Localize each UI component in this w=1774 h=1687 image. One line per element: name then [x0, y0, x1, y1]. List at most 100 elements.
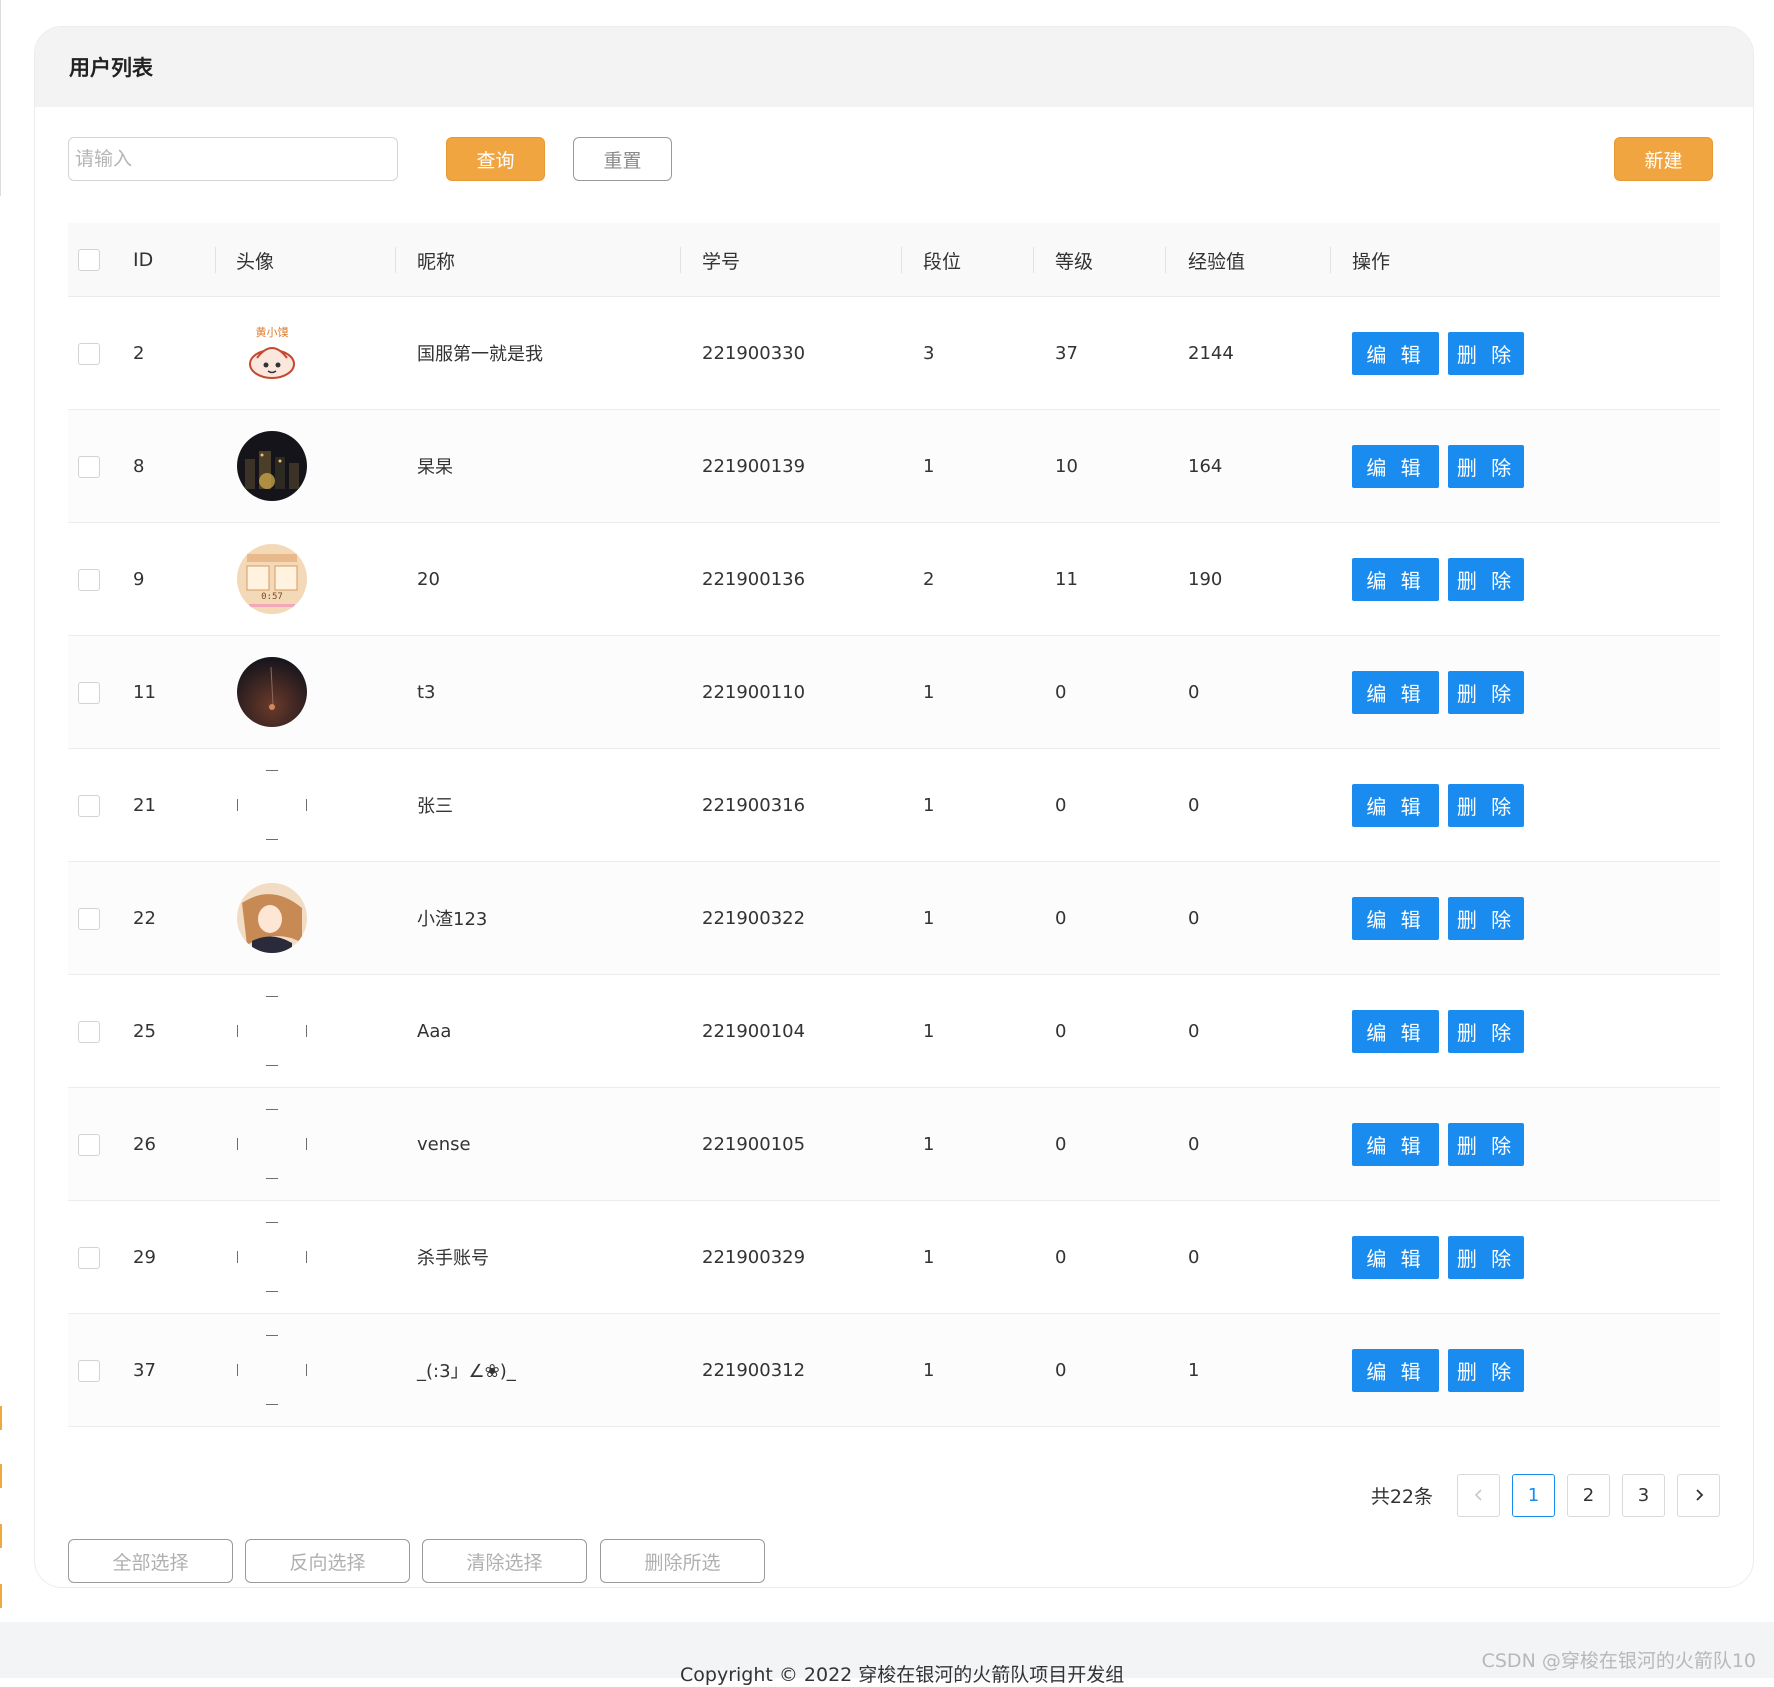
cell-student-no: 221900139 [702, 455, 806, 477]
cell-student-no: 221900104 [702, 1020, 806, 1042]
search-input[interactable] [68, 137, 398, 181]
left-edge-strip [0, 0, 2, 1678]
row-checkbox[interactable] [78, 1247, 100, 1269]
select-all-button[interactable]: 全部选择 [68, 1539, 233, 1583]
user-table: ID 头像 昵称 学号 段位 等级 经验值 操作 2 国服第一就是我 2219003… [68, 223, 1720, 1427]
edit-button[interactable]: 编 辑 [1352, 332, 1439, 375]
next-page-button[interactable] [1677, 1473, 1720, 1517]
table-header: ID 头像 昵称 学号 段位 等级 经验值 操作 [68, 223, 1720, 297]
edit-button[interactable]: 编 辑 [1352, 558, 1439, 601]
clear-selection-button[interactable]: 清除选择 [422, 1539, 587, 1583]
prev-page-button[interactable] [1457, 1473, 1500, 1517]
page-1-button[interactable]: 1 [1512, 1473, 1555, 1517]
cell-exp: 0 [1188, 794, 1200, 816]
row-checkbox[interactable] [78, 456, 100, 478]
delete-button[interactable]: 删 除 [1448, 558, 1524, 601]
row-checkbox[interactable] [78, 1360, 100, 1382]
delete-button[interactable]: 删 除 [1448, 332, 1524, 375]
page-title: 用户列表 [69, 56, 153, 80]
cell-exp: 0 [1188, 1133, 1200, 1155]
delete-button[interactable]: 删 除 [1448, 897, 1524, 940]
edit-button[interactable]: 编 辑 [1352, 1236, 1439, 1279]
delete-button[interactable]: 删 除 [1448, 784, 1524, 827]
delete-button[interactable]: 删 除 [1448, 1010, 1524, 1053]
avatar: 黄小馍 [237, 318, 307, 388]
edit-button[interactable]: 编 辑 [1352, 1349, 1439, 1392]
footer-copyright: Copyright © 2022 穿梭在银河的火箭队项目开发组 [680, 1664, 1125, 1686]
table-row: 22 小渣123 221900322 1 0 0 编 辑删 除 [68, 862, 1720, 975]
cell-nickname: 杲杲 [417, 457, 453, 478]
table-row: 9 20 221900136 2 11 190 0:57 编 辑删 除 [68, 523, 1720, 636]
cell-nickname: vense [417, 1133, 471, 1155]
cell-id: 8 [133, 455, 145, 477]
cell-rank: 1 [923, 1246, 935, 1268]
avatar-broken-image [237, 1222, 307, 1292]
query-button[interactable]: 查询 [446, 137, 545, 181]
edit-button[interactable]: 编 辑 [1352, 897, 1439, 940]
cell-level: 0 [1055, 907, 1067, 929]
delete-selected-button[interactable]: 删除所选 [600, 1539, 765, 1583]
cell-nickname: 小渣123 [417, 909, 488, 930]
delete-button[interactable]: 删 除 [1448, 445, 1524, 488]
edit-button[interactable]: 编 辑 [1352, 1010, 1439, 1053]
cell-nickname: 杀手账号 [417, 1248, 489, 1269]
chevron-right-icon [1695, 1489, 1703, 1501]
reset-button[interactable]: 重置 [573, 137, 672, 181]
cell-exp: 164 [1188, 455, 1223, 477]
delete-button[interactable]: 删 除 [1448, 671, 1524, 714]
edit-button[interactable]: 编 辑 [1352, 445, 1439, 488]
column-header-id: ID [133, 249, 154, 271]
delete-button[interactable]: 删 除 [1448, 1236, 1524, 1279]
cell-student-no: 221900329 [702, 1246, 806, 1268]
cell-rank: 2 [923, 568, 935, 590]
avatar-broken-image [237, 770, 307, 840]
delete-button[interactable]: 删 除 [1448, 1123, 1524, 1166]
card-header: 用户列表 [35, 27, 1753, 107]
cell-exp: 0 [1188, 681, 1200, 703]
cell-student-no: 221900105 [702, 1133, 806, 1155]
avatar-broken-image [237, 996, 307, 1066]
select-all-checkbox[interactable] [78, 249, 100, 271]
cell-level: 0 [1055, 1246, 1067, 1268]
cell-id: 25 [133, 1020, 156, 1042]
cell-id: 11 [133, 681, 156, 703]
edit-button[interactable]: 编 辑 [1352, 671, 1439, 714]
table-row: 11 t3 221900110 1 0 0 编 辑删 除 [68, 636, 1720, 749]
table-body: 2 国服第一就是我 221900330 3 37 2144 黄小馍编 辑删 除 8 杲杲 2219… [68, 297, 1720, 1427]
row-checkbox[interactable] [78, 343, 100, 365]
cell-nickname: _(:3」∠❀)_ [417, 1361, 516, 1382]
cell-exp: 2144 [1188, 342, 1234, 364]
cell-id: 22 [133, 907, 156, 929]
avatar [237, 883, 307, 953]
cell-exp: 190 [1188, 568, 1223, 590]
avatar-broken-image [237, 1109, 307, 1179]
cell-level: 11 [1055, 568, 1078, 590]
row-checkbox[interactable] [78, 569, 100, 591]
avatar [237, 657, 307, 727]
invert-selection-button[interactable]: 反向选择 [245, 1539, 410, 1583]
table-row: 21 张三 221900316 1 0 0 编 辑删 除 [68, 749, 1720, 862]
table-row: 37 _(:3」∠❀)_ 221900312 1 0 1 编 辑删 除 [68, 1314, 1720, 1427]
row-checkbox[interactable] [78, 1021, 100, 1043]
user-list-card: 用户列表 查询 重置 新建 ID 头像 昵称 学号 段位 等级 经验值 操作 2… [34, 26, 1754, 1588]
row-checkbox[interactable] [78, 1134, 100, 1156]
edit-button[interactable]: 编 辑 [1352, 1123, 1439, 1166]
table-row: 26 vense 221900105 1 0 0 编 辑删 除 [68, 1088, 1720, 1201]
cell-id: 9 [133, 568, 145, 590]
cell-student-no: 221900312 [702, 1359, 806, 1381]
cell-level: 0 [1055, 1133, 1067, 1155]
new-button[interactable]: 新建 [1614, 137, 1713, 181]
svg-text:0:57: 0:57 [261, 592, 283, 602]
cell-level: 0 [1055, 794, 1067, 816]
delete-button[interactable]: 删 除 [1448, 1349, 1524, 1392]
cell-nickname: t3 [417, 681, 436, 703]
page-3-button[interactable]: 3 [1622, 1473, 1665, 1517]
cell-id: 2 [133, 342, 145, 364]
edit-button[interactable]: 编 辑 [1352, 784, 1439, 827]
table-row: 29 杀手账号 221900329 1 0 0 编 辑删 除 [68, 1201, 1720, 1314]
row-checkbox[interactable] [78, 795, 100, 817]
page-2-button[interactable]: 2 [1567, 1473, 1610, 1517]
row-checkbox[interactable] [78, 682, 100, 704]
cell-rank: 1 [923, 907, 935, 929]
row-checkbox[interactable] [78, 908, 100, 930]
